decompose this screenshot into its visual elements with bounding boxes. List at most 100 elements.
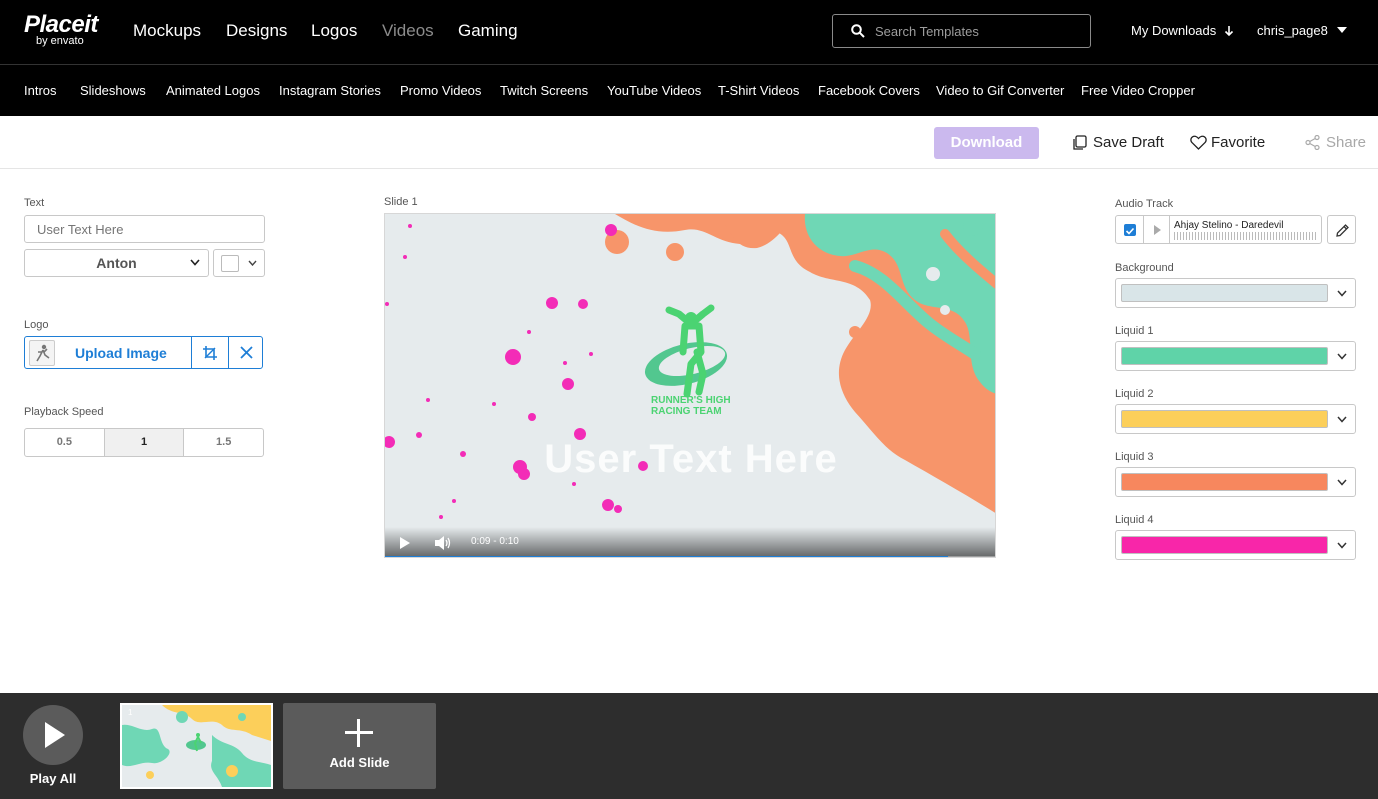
save-draft-button[interactable]: Save Draft — [1072, 134, 1164, 152]
logo-line-2: RACING TEAM — [651, 406, 722, 417]
sub-nav: Intros Slideshows Animated Logos Instagr… — [0, 64, 1378, 116]
subnav-slideshows[interactable]: Slideshows — [80, 82, 146, 100]
copy-icon — [1073, 135, 1087, 150]
edit-audio-button[interactable] — [1327, 215, 1356, 244]
slide-number: 1 — [128, 708, 133, 717]
nav-designs[interactable]: Designs — [226, 20, 287, 42]
video-controls: 0:09 - 0:10 — [385, 527, 995, 557]
audio-track-name: Ahjay Stelino - Daredevil — [1174, 220, 1284, 231]
liquid-splash-art — [385, 214, 995, 519]
liquid-2-color-select[interactable] — [1115, 404, 1356, 434]
video-progress-fill — [385, 556, 949, 557]
liquid-3-swatch — [1121, 473, 1328, 491]
speed-option[interactable]: 1.5 — [184, 429, 263, 456]
logo-upload-control: Upload Image — [24, 336, 263, 369]
subnav-promo-videos[interactable]: Promo Videos — [400, 82, 481, 100]
share-button[interactable]: Share — [1305, 134, 1366, 152]
overlay-text: User Text Here — [544, 437, 838, 481]
subnav-youtube-videos[interactable]: YouTube Videos — [607, 82, 701, 100]
liquid-4-swatch — [1121, 536, 1328, 554]
chevron-down-icon — [1337, 542, 1347, 549]
slide-preview-art — [122, 705, 271, 787]
background-color-select[interactable] — [1115, 278, 1356, 308]
my-downloads-menu[interactable]: My Downloads — [1131, 22, 1234, 40]
share-icon — [1305, 135, 1320, 150]
audio-waveform — [1174, 232, 1318, 240]
audio-play-button[interactable] — [1144, 216, 1170, 243]
liquid-2-swatch — [1121, 410, 1328, 428]
chevron-down-icon — [190, 259, 200, 266]
logo-thumbnail — [29, 340, 55, 366]
plus-icon — [345, 719, 373, 747]
share-label: Share — [1326, 134, 1367, 151]
play-all-button[interactable] — [23, 705, 83, 765]
text-color-select[interactable] — [213, 249, 265, 277]
caret-down-icon — [1337, 27, 1348, 33]
background-label: Background — [1115, 262, 1174, 274]
runner-icon — [36, 344, 50, 362]
font-select[interactable]: Anton — [24, 249, 209, 277]
subnav-video-to-gif[interactable]: Video to Gif Converter — [936, 82, 1064, 100]
subnav-intros[interactable]: Intros — [24, 82, 57, 100]
liquid-1-swatch — [1121, 347, 1328, 365]
play-icon — [1154, 225, 1161, 235]
speed-option-selected[interactable]: 1 — [104, 429, 185, 456]
search-box[interactable] — [832, 14, 1091, 48]
action-bar: Download Save Draft Favorite Share — [0, 116, 1378, 169]
add-slide-button[interactable]: Add Slide — [283, 703, 436, 789]
audio-track-label: Audio Track — [1115, 198, 1174, 210]
crop-icon — [203, 346, 217, 360]
liquid-3-color-select[interactable] — [1115, 467, 1356, 497]
logo-tagline: RUNNER'S HIGH RACING TEAM — [651, 395, 731, 417]
subnav-twitch-screens[interactable]: Twitch Screens — [500, 82, 588, 100]
heart-icon — [1190, 135, 1207, 150]
nav-gaming[interactable]: Gaming — [458, 20, 518, 42]
text-input[interactable] — [24, 215, 265, 243]
video-time: 0:09 - 0:10 — [471, 536, 519, 547]
subnav-facebook-covers[interactable]: Facebook Covers — [818, 82, 920, 100]
subnav-tshirt-videos[interactable]: T-Shirt Videos — [718, 82, 799, 100]
chevron-down-icon — [1337, 479, 1347, 486]
brand-name: Placeit — [24, 11, 98, 38]
top-bar: Placeit by envato Mockups Designs Logos … — [0, 0, 1378, 64]
playback-speed-label: Playback Speed — [24, 406, 104, 418]
download-button[interactable]: Download — [934, 127, 1039, 159]
crop-button[interactable] — [191, 337, 228, 368]
add-slide-label: Add Slide — [329, 755, 390, 770]
search-input[interactable] — [875, 21, 1075, 41]
slide-thumbnail[interactable]: 1 — [120, 703, 273, 789]
audio-checkbox[interactable] — [1116, 216, 1144, 243]
playback-speed-selector: 0.5 1 1.5 — [24, 428, 264, 457]
favorite-label: Favorite — [1211, 134, 1266, 151]
play-all-label: Play All — [29, 771, 77, 786]
user-menu[interactable]: chris_page8 — [1257, 22, 1348, 40]
subnav-animated-logos[interactable]: Animated Logos — [166, 82, 260, 100]
liquid-2-label: Liquid 2 — [1115, 388, 1154, 400]
logo-line-1: RUNNER'S HIGH — [651, 395, 731, 406]
slide-timeline: Play All 1 Add Slide — [0, 693, 1378, 799]
chevron-down-icon — [1337, 416, 1347, 423]
chevron-down-icon — [1337, 353, 1347, 360]
nav-mockups[interactable]: Mockups — [133, 20, 201, 42]
video-preview[interactable]: RUNNER'S HIGH RACING TEAM User Text Here… — [384, 213, 996, 558]
subnav-instagram-stories[interactable]: Instagram Stories — [279, 82, 381, 100]
volume-icon[interactable] — [435, 536, 451, 550]
favorite-button[interactable]: Favorite — [1190, 134, 1265, 152]
play-icon[interactable] — [400, 537, 410, 549]
liquid-4-color-select[interactable] — [1115, 530, 1356, 560]
placeit-logo[interactable]: Placeit by envato — [24, 13, 104, 49]
speed-option[interactable]: 0.5 — [25, 429, 105, 456]
video-progress-bar[interactable] — [385, 556, 995, 557]
brand-sub: by envato — [36, 35, 84, 47]
liquid-1-color-select[interactable] — [1115, 341, 1356, 371]
remove-logo-button[interactable] — [228, 337, 263, 368]
play-icon — [45, 722, 65, 748]
save-draft-label: Save Draft — [1093, 134, 1164, 151]
liquid-4-label: Liquid 4 — [1115, 514, 1154, 526]
nav-videos[interactable]: Videos — [382, 20, 434, 42]
font-value: Anton — [96, 255, 137, 271]
chevron-down-icon — [248, 260, 257, 266]
upload-image-button[interactable]: Upload Image — [75, 344, 167, 362]
subnav-free-video-cropper[interactable]: Free Video Cropper — [1081, 82, 1195, 100]
nav-logos[interactable]: Logos — [311, 20, 357, 42]
